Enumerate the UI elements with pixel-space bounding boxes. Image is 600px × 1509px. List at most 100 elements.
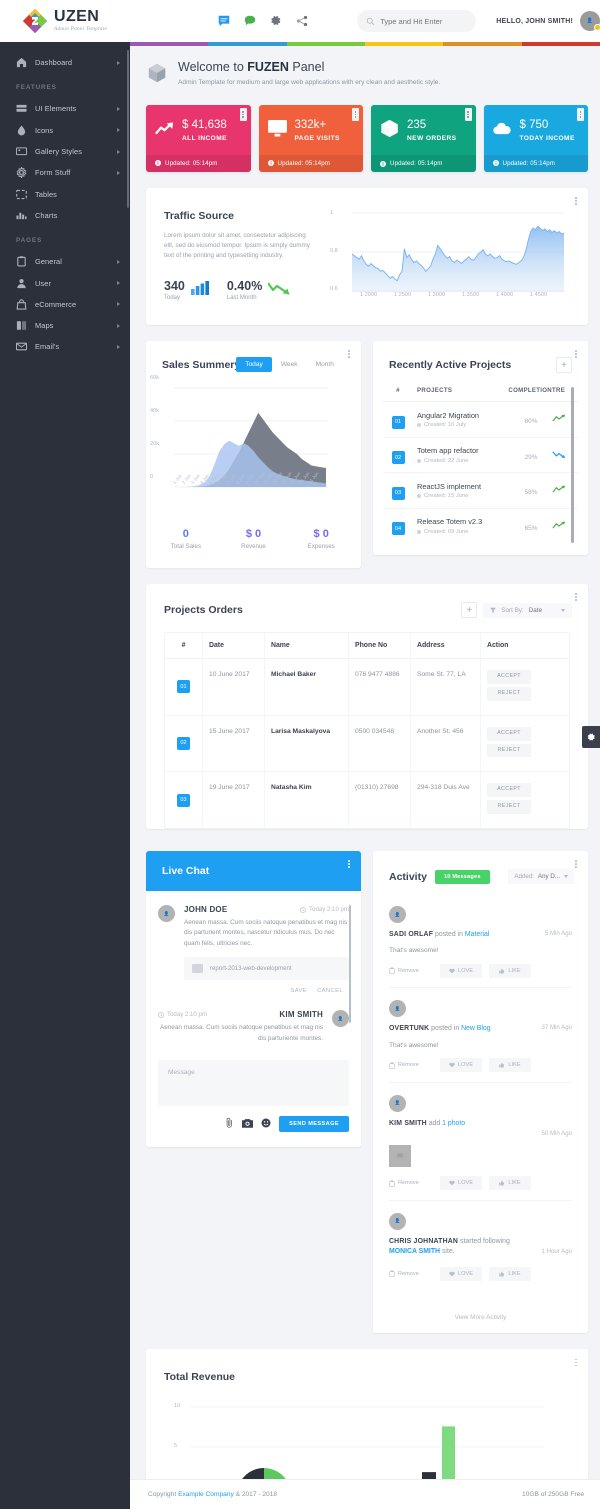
table-row[interactable]: 01 10 June 2017 Michael Baker 076 9477 4… xyxy=(165,659,569,716)
message-input[interactable]: Message xyxy=(158,1059,349,1106)
x-tick: 1 3000 xyxy=(428,292,446,298)
sales-tab-month[interactable]: Month xyxy=(307,357,343,372)
sales-tab-today[interactable]: Today xyxy=(236,357,272,373)
cancel-button[interactable]: CANCEL xyxy=(317,988,343,994)
avatar[interactable]: 👤 xyxy=(580,11,600,31)
remove-button[interactable]: Remove xyxy=(389,1266,433,1281)
completion-value: 29% xyxy=(524,453,538,461)
traffic-chart: 1 0.8 0.6 1 2000 1 2500 1 3000 1 3500 1 4000 1 4… xyxy=(330,210,570,301)
accept-button[interactable]: ACCEPT xyxy=(487,670,531,684)
table-row[interactable]: 03 ReactJS implement Created: 15 June 58… xyxy=(383,473,578,509)
chat-tools: SEND MESSAGE xyxy=(158,1115,349,1133)
love-button[interactable]: LOVE xyxy=(440,1176,482,1191)
project-number: 01 xyxy=(391,415,405,429)
stat-card-1[interactable]: 332k+ PAGE VISITS Updated: 05:14pm xyxy=(258,105,363,172)
gear-icon[interactable] xyxy=(269,14,283,28)
accept-button[interactable]: ACCEPT xyxy=(487,726,531,741)
share-icon[interactable] xyxy=(295,14,309,28)
card-menu-icon[interactable] xyxy=(572,858,580,870)
card-menu-icon[interactable] xyxy=(577,108,584,121)
card-menu-icon[interactable] xyxy=(345,348,353,360)
accept-button[interactable]: ACCEPT xyxy=(487,783,531,798)
send-message-button[interactable]: SEND MESSAGE xyxy=(279,1115,349,1132)
card-menu-icon[interactable] xyxy=(345,858,353,870)
activity-comment: That's awesome! xyxy=(389,1041,439,1049)
reject-button[interactable]: REJECT xyxy=(487,686,531,701)
activity-link[interactable]: 1 photo xyxy=(442,1120,465,1127)
activity-link[interactable]: Material xyxy=(465,931,490,938)
view-more-activity-button[interactable]: View More Activity xyxy=(373,1304,588,1333)
stat-card-0[interactable]: $ 41,638 ALL INCOME Updated: 05:14pm xyxy=(146,105,251,172)
comment-icon[interactable] xyxy=(243,14,257,28)
search-input[interactable] xyxy=(380,16,468,26)
like-button[interactable]: LIKE xyxy=(489,963,531,978)
chat-attachment[interactable]: report-2013-web-development xyxy=(184,957,349,981)
sidebar-item-ui-elements[interactable]: UI Elements xyxy=(0,98,130,119)
sidebar-item-general[interactable]: General xyxy=(0,251,130,272)
copyright: Copyright Example Company & 2017 - 2018 xyxy=(148,1491,278,1499)
orders-col-header: Date xyxy=(203,633,265,659)
remove-button[interactable]: Remove xyxy=(389,963,433,978)
sidebar-item-ecommerce[interactable]: eCommerce xyxy=(0,294,130,315)
stat-updated: Updated: 05:14pm xyxy=(483,154,588,172)
add-order-button[interactable]: + xyxy=(461,602,478,619)
card-menu-icon[interactable] xyxy=(572,1356,580,1368)
table-row[interactable]: 01 Angular2 Migration Created: 10 July 8… xyxy=(383,402,578,438)
card-menu-icon[interactable] xyxy=(464,108,472,121)
sidebar-item-dashboard[interactable]: Dashboard xyxy=(0,52,130,73)
remove-button[interactable]: Remove xyxy=(389,1058,433,1073)
stat-card-2[interactable]: 235 NEW ORDERS Updated: 05:14pm xyxy=(371,105,476,172)
activity-link[interactable]: New Blog xyxy=(461,1025,491,1032)
chat-bubble-icon[interactable] xyxy=(217,14,231,28)
love-button[interactable]: LOVE xyxy=(440,1266,482,1281)
sidebar-item-maps[interactable]: Maps xyxy=(0,315,130,336)
like-button[interactable]: LIKE xyxy=(489,1176,531,1191)
emoji-icon[interactable] xyxy=(261,1115,271,1133)
activity-filter-dropdown[interactable]: Added: Any D... xyxy=(508,869,574,885)
stat-card-3[interactable]: $ 750 TODAY INCOME Updated: 05:14pm xyxy=(483,105,588,172)
sidebar-item-user[interactable]: User xyxy=(0,272,130,293)
card-menu-icon[interactable] xyxy=(352,108,359,121)
activity-link[interactable]: MONICA SMITH xyxy=(389,1248,440,1255)
search-box[interactable] xyxy=(357,10,477,32)
x-tick: 1 4000 xyxy=(496,292,514,298)
project-number: 03 xyxy=(391,486,405,500)
like-button[interactable]: LIKE xyxy=(489,1266,531,1281)
activity-photo[interactable]: 🖼 xyxy=(389,1144,411,1167)
sidebar-item-icons[interactable]: Icons xyxy=(0,120,130,141)
remove-button[interactable]: Remove xyxy=(389,1176,433,1191)
like-button[interactable]: LIKE xyxy=(489,1058,531,1073)
sales-tab-week[interactable]: Week xyxy=(272,357,307,372)
card-menu-icon[interactable] xyxy=(572,591,580,603)
table-row[interactable]: 04 Release Totem v2.3 Created: 09 June 6… xyxy=(383,509,578,544)
sidebar-item-tables[interactable]: Tables xyxy=(0,183,130,204)
love-button[interactable]: LOVE xyxy=(440,1058,482,1073)
reject-button[interactable]: REJECT xyxy=(487,800,531,815)
company-link[interactable]: Example Company xyxy=(178,1491,234,1498)
love-button[interactable]: LOVE xyxy=(440,963,482,978)
sort-by-dropdown[interactable]: Sort By: Date xyxy=(483,602,572,618)
order-number: 01 xyxy=(177,680,190,694)
sidebar-item-charts[interactable]: Charts xyxy=(0,205,130,226)
user-greeting: HELLO, JOHN SMITH! xyxy=(496,17,573,25)
table-row[interactable]: 02 Totem app refactor Created: 22 June 2… xyxy=(383,438,578,474)
sidebar-item-gallery-styles[interactable]: Gallery Styles xyxy=(0,141,130,162)
table-row[interactable]: 03 19 June 2017 Natasha Kim (01310) 2769… xyxy=(165,772,569,829)
project-info-cell: Release Totem v2.3 Created: 09 June xyxy=(413,517,510,535)
card-menu-icon[interactable] xyxy=(572,195,580,207)
paperclip-icon[interactable] xyxy=(225,1115,234,1133)
projects-scrollbar[interactable] xyxy=(571,387,574,544)
camera-icon[interactable] xyxy=(242,1115,254,1133)
card-menu-icon[interactable] xyxy=(239,108,247,121)
table-row[interactable]: 02 15 June 2017 Larisa Maskalyova 0500 0… xyxy=(165,715,569,773)
save-button[interactable]: SAVE xyxy=(290,988,307,994)
add-project-button[interactable]: + xyxy=(556,357,572,374)
sidebar-item-form-stuff[interactable]: Form Stuff xyxy=(0,162,130,183)
brand-logo[interactable]: UZEN Admin Panel Template xyxy=(0,8,121,34)
reject-button[interactable]: REJECT xyxy=(487,743,531,758)
chevron-right-icon xyxy=(117,259,120,264)
sidebar-item-email-s[interactable]: Email's xyxy=(0,336,130,357)
card-menu-icon[interactable] xyxy=(572,348,580,360)
settings-panel-toggle[interactable] xyxy=(582,726,600,748)
chat-scrollbar[interactable] xyxy=(348,905,351,1024)
